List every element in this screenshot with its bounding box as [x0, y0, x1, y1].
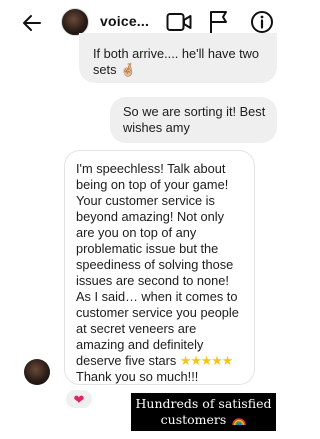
info-icon[interactable]: [250, 10, 274, 34]
heart-reaction[interactable]: ❤: [64, 388, 94, 410]
video-call-icon[interactable]: [166, 11, 192, 33]
caption-line-2: customers: [131, 412, 276, 428]
heart-icon: ❤: [73, 391, 85, 407]
message-bubble-sent[interactable]: So we are sorting it! Best wishes amy: [110, 97, 277, 143]
five-stars-icon: ★★★★★: [179, 353, 233, 368]
caption-line-1: Hundreds of satisfied: [135, 396, 272, 411]
message-bubble-sent[interactable]: If both arrive.... he'll have two sets 🤞…: [79, 33, 277, 83]
message-text-end: Thank you so much!!!: [76, 369, 199, 384]
sender-avatar[interactable]: [24, 359, 50, 385]
message-text: I'm speechless! Talk about being on top …: [76, 161, 239, 368]
back-arrow-icon[interactable]: [20, 11, 44, 35]
rainbow-icon: [232, 418, 247, 425]
avatar[interactable]: [61, 8, 89, 36]
chat-title[interactable]: voice...: [100, 13, 149, 29]
caption-overlay: Hundreds of satisfied customers: [131, 393, 276, 431]
message-bubble-received[interactable]: I'm speechless! Talk about being on top …: [64, 150, 255, 385]
flag-icon[interactable]: [208, 10, 230, 34]
